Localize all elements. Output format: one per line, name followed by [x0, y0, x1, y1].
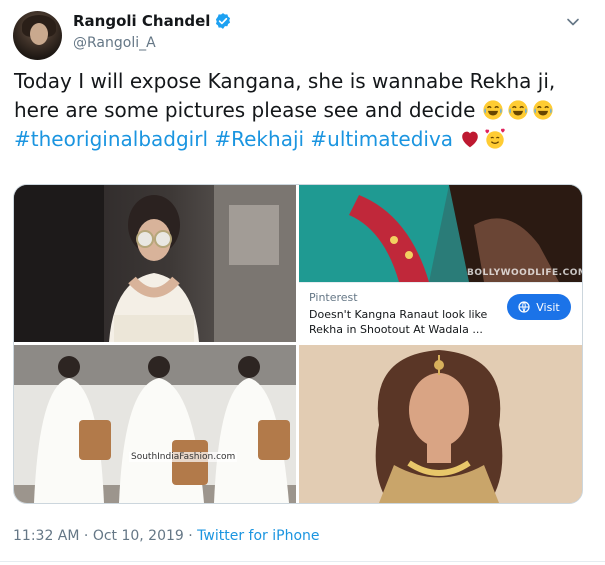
avatar-face [30, 23, 48, 45]
photo-top-left[interactable] [14, 185, 296, 342]
hashtag-rekhaji[interactable]: #Rekhaji [214, 127, 304, 151]
tweet-source-link[interactable]: Twitter for iPhone [197, 528, 319, 544]
hashtag-ultimatediva[interactable]: #ultimatediva [310, 127, 453, 151]
chevron-down-icon[interactable] [565, 14, 581, 30]
pinterest-source: Pinterest [309, 291, 358, 304]
author-name[interactable]: Rangoli Chandel [73, 12, 210, 30]
bollywoodlife-watermark: BOLLYWOODLIFE.COM [467, 268, 582, 278]
photo-bottom-left[interactable]: SouthIndiaFashion.com [14, 345, 296, 503]
verified-badge-icon [216, 13, 231, 29]
tweet-time[interactable]: 11:32 AM [13, 528, 79, 544]
author-handle[interactable]: @Rangoli_A [73, 35, 156, 51]
bottom-divider [0, 561, 605, 562]
pinterest-card[interactable]: Pinterest Doesn't Kangna Ranaut look lik… [299, 282, 582, 343]
face-with-tears-of-joy-icon [508, 100, 528, 120]
woman-in-bridal-jewellery-image [299, 345, 582, 503]
hashtag-theoriginalbadgirl[interactable]: #theoriginalbadgirl [14, 127, 208, 151]
visit-button[interactable]: Visit [507, 294, 571, 320]
face-with-tears-of-joy-icon [483, 100, 503, 120]
women-in-white-suits-image [14, 345, 296, 503]
pinterest-title[interactable]: Doesn't Kangna Ranaut look like Rekha in… [309, 307, 499, 337]
tweet-card: Rangoli Chandel @Rangoli_A Today I will … [0, 0, 605, 565]
meta-separator: · [79, 528, 93, 544]
photo-top-right[interactable]: BOLLYWOODLIFE.COM [299, 185, 582, 282]
media-grid: BOLLYWOODLIFE.COM Pinterest Doesn't Kang… [13, 184, 583, 504]
tweet-text: Today I will expose Kangana, she is wann… [14, 67, 592, 154]
red-heart-icon [462, 131, 479, 148]
avatar[interactable] [13, 11, 62, 60]
meta-separator: · [183, 528, 198, 544]
author-name-row: Rangoli Chandel [73, 12, 232, 30]
face-with-tears-of-joy-icon [533, 100, 553, 120]
woman-in-white-saree-image [14, 185, 296, 342]
visit-label: Visit [536, 300, 560, 314]
southindiafashion-watermark: SouthIndiaFashion.com [129, 452, 238, 462]
smiling-face-with-hearts-icon [485, 128, 506, 149]
tweet-meta: 11:32 AM · Oct 10, 2019 · Twitter for iP… [13, 528, 320, 544]
globe-icon [518, 301, 530, 313]
media-divider-horizontal [14, 342, 582, 345]
tweet-date[interactable]: Oct 10, 2019 [93, 528, 184, 544]
photo-bottom-right[interactable] [299, 345, 582, 503]
tweet-body: Today I will expose Kangana, she is wann… [14, 69, 556, 122]
